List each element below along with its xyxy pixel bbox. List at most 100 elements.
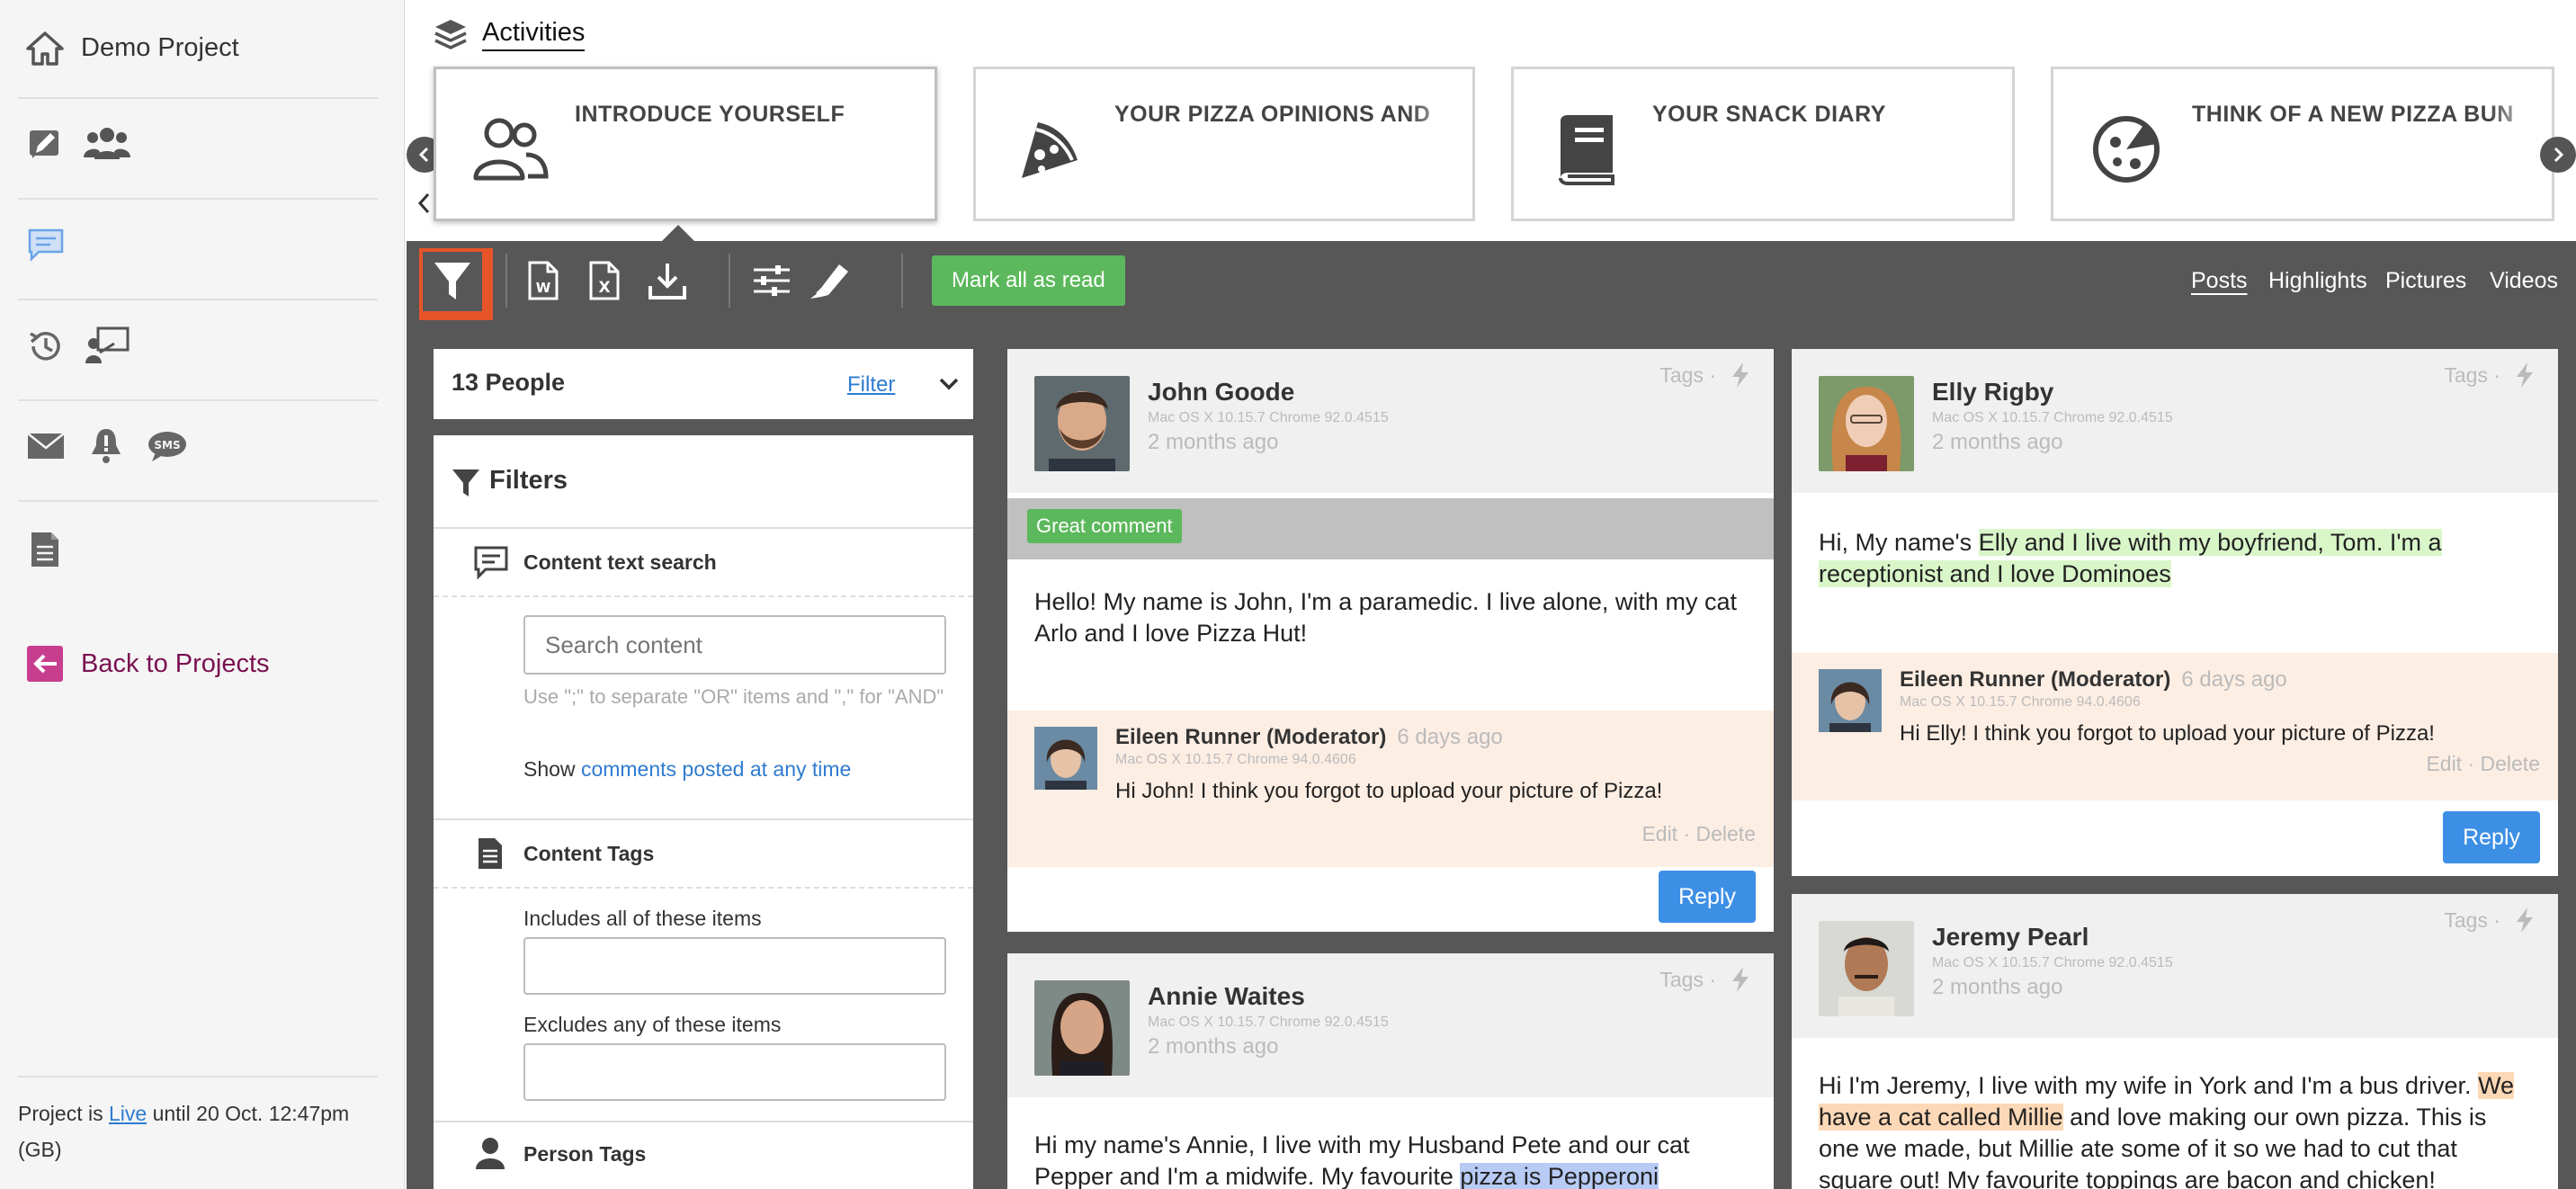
people-filter-link[interactable]: Filter [847, 372, 895, 398]
avatar[interactable] [1034, 727, 1097, 790]
settings-sliders-button[interactable] [741, 250, 802, 311]
reply-button[interactable]: Reply [1659, 871, 1756, 923]
content-area: 13 People Filter Filters Content text se… [407, 320, 2576, 1189]
reply-author-name[interactable]: Eileen Runner (Moderator) [1900, 667, 2170, 692]
project-title[interactable]: Demo Project [81, 33, 239, 63]
presenter-icon[interactable] [83, 324, 131, 367]
edit-note-icon[interactable] [25, 124, 65, 164]
post-card-elly-rigby: Elly Rigby Mac OS X 10.15.7 Chrome 92.0.… [1792, 349, 2558, 876]
device-info: Mac OS X 10.15.7 Chrome 92.0.4515 [1932, 410, 2173, 425]
activity-card-introduce-yourself[interactable]: INTRODUCE YOURSELF [434, 67, 937, 221]
chevron-down-icon[interactable] [937, 372, 961, 400]
tags-label[interactable]: Tags · [2444, 908, 2500, 933]
back-to-projects-link[interactable]: Back to Projects [81, 649, 270, 679]
toolbar: W X Mark all as read Posts Highlights Pi… [407, 241, 2576, 322]
tab-highlights[interactable]: Highlights [2268, 268, 2367, 294]
tab-posts[interactable]: Posts [2191, 268, 2248, 294]
svg-text:W: W [536, 280, 551, 296]
avatar[interactable] [1819, 921, 1914, 1016]
moderator-reply: Eileen Runner (Moderator) 6 days ago Mac … [1007, 711, 1774, 867]
post-time: 2 months ago [1932, 430, 2063, 454]
filter-toggle-button[interactable] [419, 248, 493, 322]
author-name[interactable]: Annie Waites [1148, 982, 1305, 1011]
tab-videos[interactable]: Videos [2490, 268, 2558, 294]
highlighted-text[interactable]: pizza is Pepperoni [1460, 1163, 1659, 1189]
reply-time: 6 days ago [2181, 667, 2287, 692]
person-icon [476, 1138, 505, 1169]
bolt-icon[interactable] [1731, 362, 1750, 393]
sms-icon[interactable]: SMS [146, 428, 189, 464]
author-name[interactable]: John Goode [1148, 378, 1294, 407]
author-name[interactable]: Elly Rigby [1932, 378, 2053, 407]
comment-search-icon [474, 546, 508, 579]
sidebar-divider [18, 1076, 378, 1077]
alert-bell-icon[interactable] [86, 425, 126, 466]
sliders-icon [754, 265, 790, 296]
mail-icon[interactable] [25, 428, 67, 464]
edit-delete-links[interactable]: Edit · Delete [1641, 822, 1756, 846]
filter-icon [452, 469, 479, 496]
activity-card-title: INTRODUCE YOURSELF [575, 102, 926, 128]
tag-chip[interactable]: Great comment [1027, 509, 1182, 543]
activity-card-snack-diary[interactable]: YOUR SNACK DIARY [1511, 67, 2015, 221]
section-divider [434, 887, 973, 889]
pizza-icon [2086, 109, 2167, 190]
tab-pictures[interactable]: Pictures [2385, 268, 2466, 294]
excludes-tags-input[interactable] [523, 1043, 946, 1101]
post-card-annie-waites: Annie Waites Mac OS X 10.15.7 Chrome 92.… [1007, 953, 1774, 1189]
document-icon[interactable] [27, 529, 63, 570]
download-button[interactable] [637, 250, 698, 311]
person-tags-title: Person Tags [523, 1142, 647, 1166]
tags-label[interactable]: Tags · [1659, 968, 1716, 992]
export-word-button[interactable]: W [513, 250, 574, 311]
history-icon[interactable] [25, 326, 67, 367]
avatar[interactable] [1819, 669, 1882, 732]
activities-label[interactable]: Activities [482, 18, 586, 51]
sidebar-divider [18, 299, 378, 300]
people-selector[interactable]: 13 People Filter [434, 349, 973, 419]
author-name[interactable]: Jeremy Pearl [1932, 923, 2089, 952]
edit-delete-links[interactable]: Edit · Delete [2426, 752, 2540, 776]
search-content-input[interactable] [523, 615, 946, 675]
device-info: Mac OS X 10.15.7 Chrome 92.0.4515 [1148, 1015, 1389, 1030]
participants-icon[interactable] [83, 122, 131, 164]
people-icon [469, 109, 550, 190]
carousel-next-button[interactable] [2540, 137, 2576, 173]
show-prefix: Show [523, 757, 581, 781]
home-icon[interactable] [23, 27, 67, 70]
post-time: 2 months ago [1148, 1034, 1279, 1059]
avatar[interactable] [1819, 376, 1914, 471]
content-search-title: Content text search [523, 550, 717, 574]
export-excel-button[interactable]: X [574, 250, 635, 311]
reply-device: Mac OS X 10.15.7 Chrome 94.0.4606 [1900, 694, 2141, 710]
includes-tags-input[interactable] [523, 937, 946, 995]
mark-all-read-button[interactable]: Mark all as read [932, 255, 1125, 306]
comments-time-link[interactable]: comments posted at any time [581, 757, 851, 781]
bolt-icon[interactable] [2515, 907, 2535, 938]
reply-device: Mac OS X 10.15.7 Chrome 94.0.4606 [1115, 752, 1356, 767]
sidebar-divider [18, 500, 378, 502]
layers-icon [432, 16, 470, 52]
excel-file-icon: X [589, 261, 620, 300]
avatar[interactable] [1034, 376, 1130, 471]
reply-button[interactable]: Reply [2443, 811, 2540, 863]
reply-author: Eileen Runner (Moderator) 6 days ago [1900, 667, 2287, 693]
post-card-jeremy-pearl: Jeremy Pearl Mac OS X 10.15.7 Chrome 92.… [1792, 894, 2558, 1189]
includes-label: Includes all of these items [523, 907, 762, 930]
activity-card-new-pizza-bun[interactable]: THINK OF A NEW PIZZA BUN [2051, 67, 2554, 221]
activities-chat-icon[interactable] [25, 225, 67, 264]
bolt-icon[interactable] [2515, 362, 2535, 393]
word-file-icon: W [528, 261, 559, 300]
bolt-icon[interactable] [1731, 966, 1750, 997]
status-live-link[interactable]: Live [109, 1102, 147, 1125]
tags-label[interactable]: Tags · [1659, 363, 1716, 388]
sidebar-divider [18, 198, 378, 200]
reply-time: 6 days ago [1397, 725, 1503, 749]
section-divider [434, 818, 973, 820]
reply-author-name[interactable]: Eileen Runner (Moderator) [1115, 725, 1386, 749]
tags-label[interactable]: Tags · [2444, 363, 2500, 388]
back-arrow-icon[interactable] [25, 644, 65, 684]
highlighter-button[interactable] [799, 250, 860, 311]
avatar[interactable] [1034, 980, 1130, 1076]
activity-card-pizza-opinions[interactable]: YOUR PIZZA OPINIONS AND [973, 67, 1475, 221]
